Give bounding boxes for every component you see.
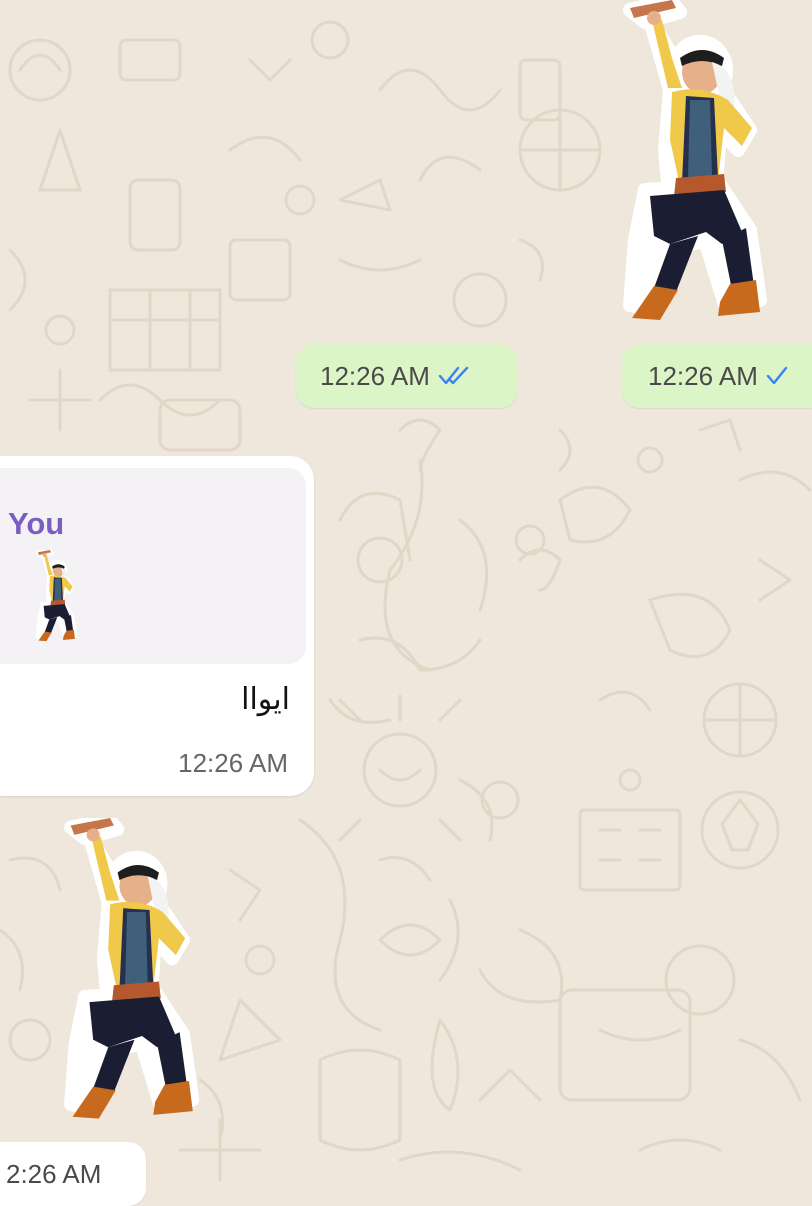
quoted-author: You [8, 506, 65, 541]
message-time: 12:26 AM [648, 360, 758, 391]
dancing-man-sticker[interactable] [580, 0, 800, 330]
message-time: 12:26 AM [178, 748, 288, 778]
quoted-sticker-thumbnail [35, 550, 77, 644]
incoming-reply-bubble[interactable]: You ايواا 12:26 AM [0, 456, 314, 796]
message-time: 2:26 AM [6, 1158, 102, 1189]
message-time-pill: 2:26 AM [0, 1142, 146, 1206]
dancing-man-sticker[interactable] [22, 818, 232, 1128]
message-time-pill: 12:26 AM [622, 344, 812, 408]
message-time: 12:26 AM [320, 360, 430, 391]
read-receipt-icon [766, 366, 788, 385]
quoted-message[interactable]: You [0, 468, 306, 664]
message-time-pill: 12:26 AM [296, 344, 518, 408]
read-receipt-icon [438, 366, 469, 385]
message-text: ايواا [241, 682, 290, 717]
